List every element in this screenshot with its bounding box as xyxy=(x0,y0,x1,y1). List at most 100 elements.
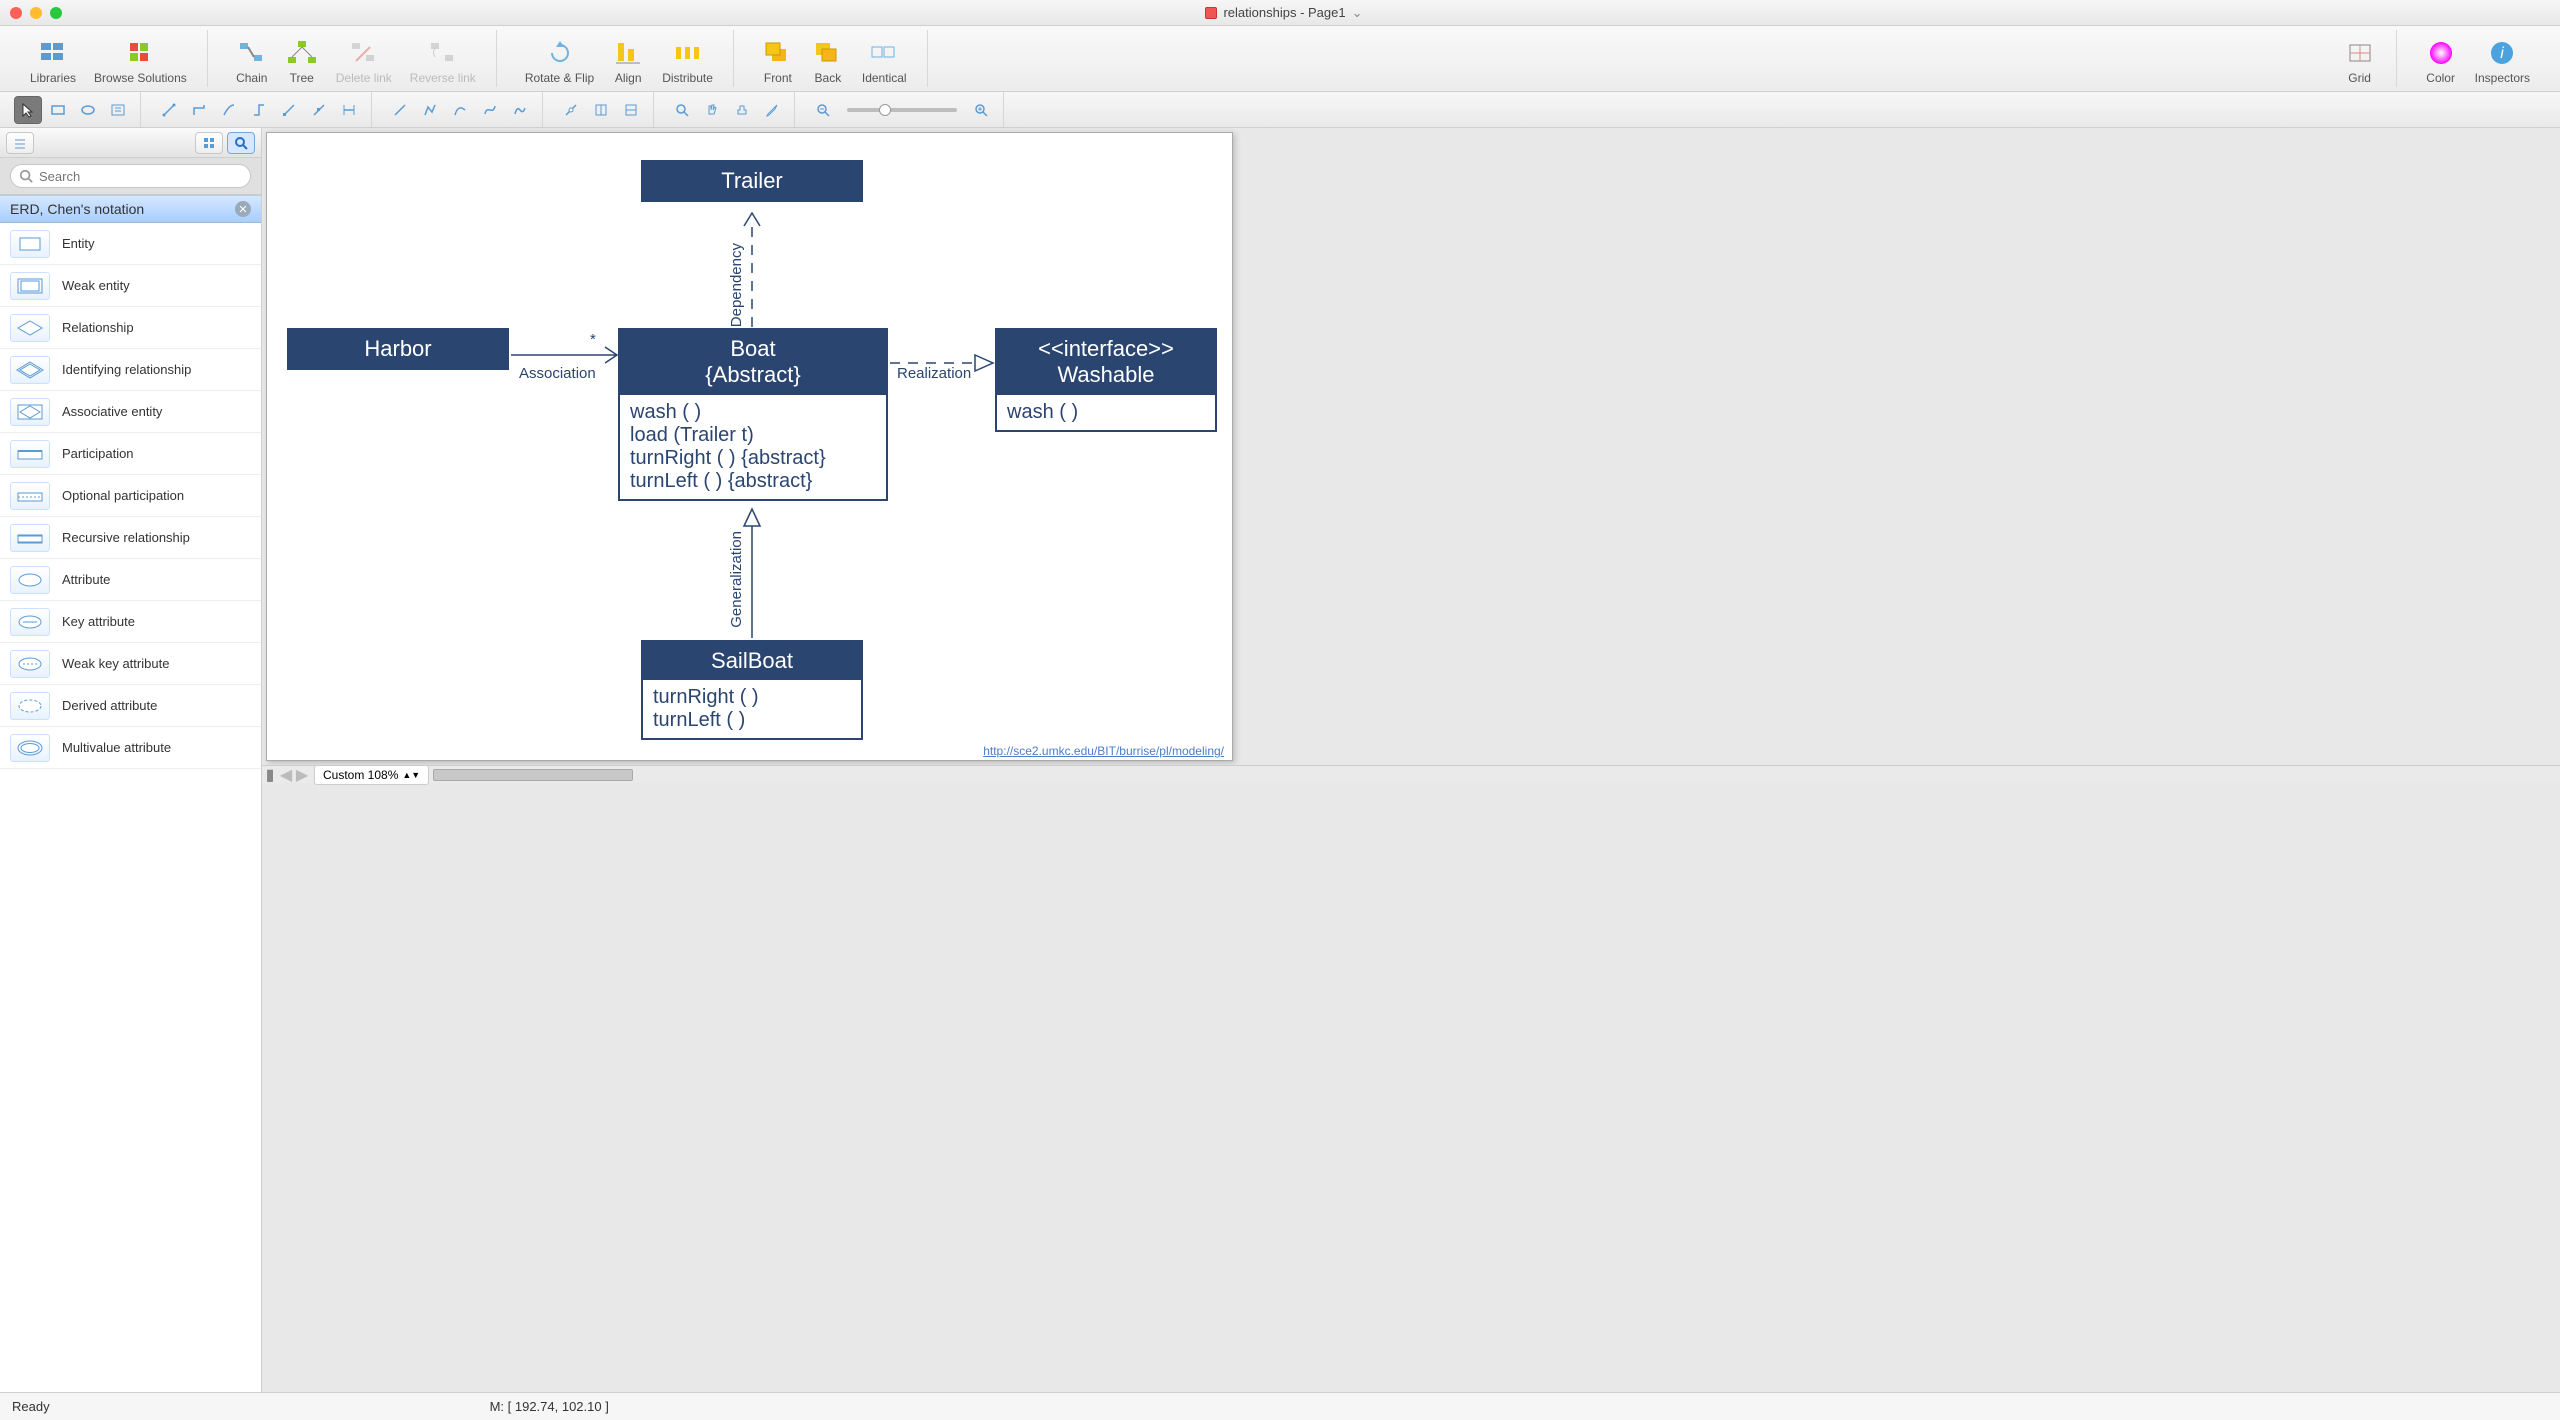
minimize-window-button[interactable] xyxy=(30,7,42,19)
uml-class-boat[interactable]: Boat {Abstract} wash ( )load (Trailer t)… xyxy=(618,328,888,501)
front-label: Front xyxy=(764,71,792,85)
canvas-viewport[interactable]: Trailer Harbor Boat {Abstract} wash ( )l… xyxy=(262,128,2560,1392)
eyedropper-tool[interactable] xyxy=(758,96,786,124)
delete-link-button[interactable]: Delete link xyxy=(330,30,398,87)
inspectors-button[interactable]: i Inspectors xyxy=(2469,30,2536,87)
pages-toggle[interactable]: ▮ xyxy=(262,765,278,785)
hand-tool[interactable] xyxy=(698,96,726,124)
hscroll-thumb[interactable] xyxy=(433,769,633,781)
text-tool[interactable] xyxy=(104,96,132,124)
shape-label: Optional participation xyxy=(62,488,184,503)
reverse-link-button[interactable]: Reverse link xyxy=(404,30,482,87)
edit-tool-1[interactable] xyxy=(557,96,585,124)
freehand-tool[interactable] xyxy=(506,96,534,124)
bezier-tool[interactable] xyxy=(476,96,504,124)
prev-page-button[interactable]: ◀ xyxy=(278,765,294,785)
front-button[interactable]: Front xyxy=(756,30,800,87)
conn-4[interactable] xyxy=(245,96,273,124)
shape-thumb xyxy=(10,608,50,636)
uml-class-sailboat[interactable]: SailBoat turnRight ( )turnLeft ( ) xyxy=(641,640,863,740)
rect-tool[interactable] xyxy=(44,96,72,124)
shape-item[interactable]: Key attribute xyxy=(0,601,261,643)
edit-tool-2[interactable] xyxy=(587,96,615,124)
uml-class-trailer[interactable]: Trailer xyxy=(641,160,863,202)
attribution-link[interactable]: http://sce2.umkc.edu/BIT/burrise/pl/mode… xyxy=(983,744,1224,758)
shape-thumb xyxy=(10,356,50,384)
panel-header[interactable]: ERD, Chen's notation ✕ xyxy=(0,195,261,223)
shape-item[interactable]: Optional participation xyxy=(0,475,261,517)
status-ready: Ready xyxy=(12,1399,50,1414)
shape-item[interactable]: Entity xyxy=(0,223,261,265)
zoom-dropdown[interactable]: Custom 108%▲▼ xyxy=(314,765,429,785)
conn-7[interactable] xyxy=(335,96,363,124)
search-input[interactable] xyxy=(10,164,251,188)
rotate-icon xyxy=(544,39,576,67)
shape-item[interactable]: Weak entity xyxy=(0,265,261,307)
shape-item[interactable]: Recursive relationship xyxy=(0,517,261,559)
chain-button[interactable]: Chain xyxy=(230,30,274,87)
shape-item[interactable]: Identifying relationship xyxy=(0,349,261,391)
canvas[interactable]: Trailer Harbor Boat {Abstract} wash ( )l… xyxy=(266,132,1233,761)
conn-3[interactable] xyxy=(215,96,243,124)
color-button[interactable]: Color xyxy=(2419,30,2463,87)
chevron-down-icon[interactable]: ⌄ xyxy=(1352,5,1363,21)
zoom-slider[interactable] xyxy=(847,108,957,112)
grid-icon xyxy=(2344,39,2376,67)
sidebar-view-tree-button[interactable] xyxy=(6,132,34,154)
zoom-slider-thumb[interactable] xyxy=(879,104,891,116)
shape-item[interactable]: Weak key attribute xyxy=(0,643,261,685)
back-button[interactable]: Back xyxy=(806,30,850,87)
titlebar: relationships - Page1 ⌄ xyxy=(0,0,2560,26)
ellipse-tool[interactable] xyxy=(74,96,102,124)
browse-solutions-button[interactable]: Browse Solutions xyxy=(88,30,193,87)
shape-thumb xyxy=(10,440,50,468)
delete-link-icon xyxy=(348,39,380,67)
grid-label: Grid xyxy=(2348,71,2371,85)
shape-item[interactable]: Attribute xyxy=(0,559,261,601)
next-page-button[interactable]: ▶ xyxy=(294,765,310,785)
shape-item[interactable]: Associative entity xyxy=(0,391,261,433)
reverse-link-icon xyxy=(427,39,459,67)
polyline-tool[interactable] xyxy=(416,96,444,124)
grid-button[interactable]: Grid xyxy=(2338,30,2382,87)
shape-item[interactable]: Relationship xyxy=(0,307,261,349)
line-tool[interactable] xyxy=(386,96,414,124)
align-button[interactable]: Align xyxy=(606,30,650,87)
distribute-button[interactable]: Distribute xyxy=(656,30,719,87)
shape-item[interactable]: Derived attribute xyxy=(0,685,261,727)
tree-button[interactable]: Tree xyxy=(280,30,324,87)
rotate-flip-button[interactable]: Rotate & Flip xyxy=(519,30,600,87)
uml-interface-washable[interactable]: <<interface>> Washable wash ( ) xyxy=(995,328,1217,432)
label-multiplicity: * xyxy=(590,331,596,348)
maximize-window-button[interactable] xyxy=(50,7,62,19)
conn-2[interactable] xyxy=(185,96,213,124)
zoom-out-button[interactable] xyxy=(809,96,837,124)
label-association: Association xyxy=(519,365,596,382)
sidebar-view-grid-button[interactable] xyxy=(195,132,223,154)
drawing-toolbar xyxy=(0,92,2560,128)
svg-text:i: i xyxy=(2501,45,2505,62)
shape-label: Identifying relationship xyxy=(62,362,191,377)
washable-stereotype: <<interface>> xyxy=(1001,336,1211,362)
conn-5[interactable] xyxy=(275,96,303,124)
shape-thumb xyxy=(10,650,50,678)
conn-6[interactable] xyxy=(305,96,333,124)
edit-tool-3[interactable] xyxy=(617,96,645,124)
curve-tool[interactable] xyxy=(446,96,474,124)
boat-subtitle: {Abstract} xyxy=(624,362,882,388)
sidebar-search-button[interactable] xyxy=(227,132,255,154)
identical-button[interactable]: Identical xyxy=(856,30,913,87)
stamp-tool[interactable] xyxy=(728,96,756,124)
zoom-tool[interactable] xyxy=(668,96,696,124)
zoom-in-button[interactable] xyxy=(967,96,995,124)
chain-label: Chain xyxy=(236,71,267,85)
shape-item[interactable]: Multivalue attribute xyxy=(0,727,261,769)
uml-class-harbor[interactable]: Harbor xyxy=(287,328,509,370)
libraries-button[interactable]: Libraries xyxy=(24,30,82,87)
close-window-button[interactable] xyxy=(10,7,22,19)
shape-label: Derived attribute xyxy=(62,698,157,713)
pointer-tool[interactable] xyxy=(14,96,42,124)
conn-1[interactable] xyxy=(155,96,183,124)
shape-item[interactable]: Participation xyxy=(0,433,261,475)
panel-close-button[interactable]: ✕ xyxy=(235,201,251,217)
